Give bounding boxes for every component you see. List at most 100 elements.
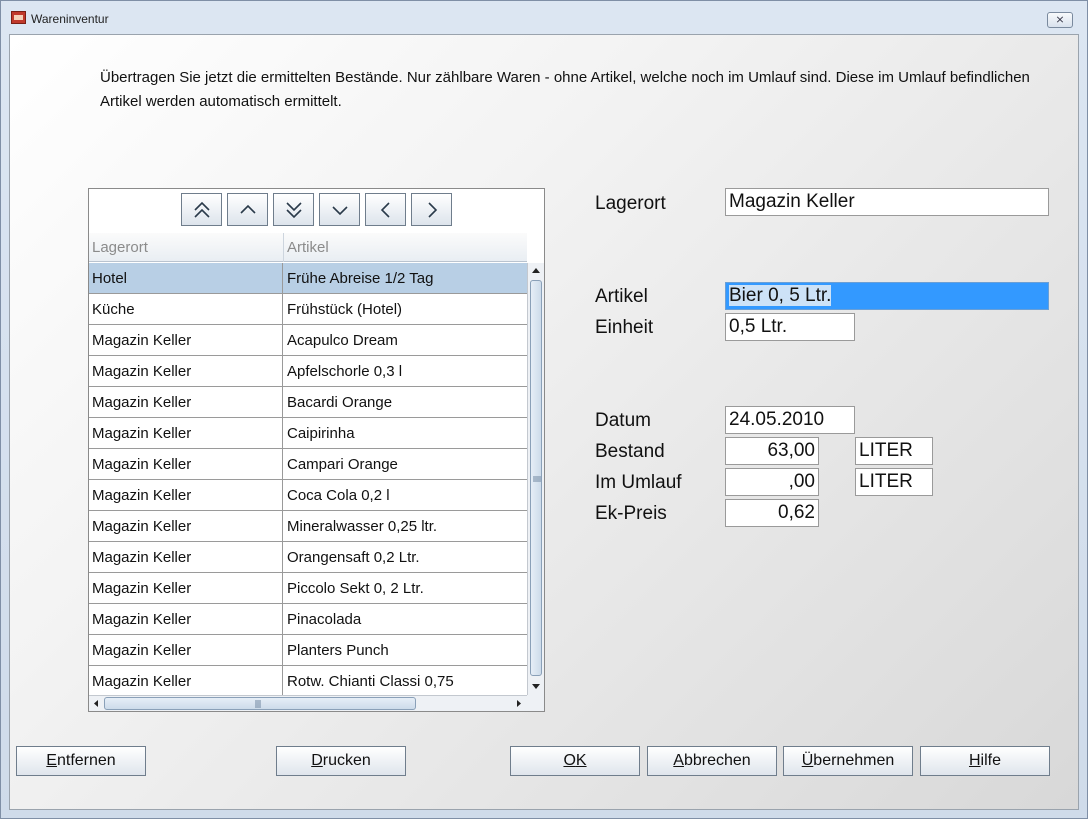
- table-row[interactable]: Magazin Keller Campari Orange: [89, 449, 527, 480]
- artikel-cell: Campari Orange: [287, 456, 398, 473]
- lagerort-cell: Hotel: [89, 263, 283, 293]
- table-row[interactable]: Magazin Keller Acapulco Dream: [89, 325, 527, 356]
- close-button[interactable]: ⨯: [1047, 12, 1073, 28]
- double-chevron-down-icon: [286, 202, 302, 219]
- entfernen-mnemonic: E: [46, 752, 57, 769]
- last-page-button[interactable]: [273, 193, 314, 226]
- scroll-corner: [527, 695, 544, 711]
- abbrechen-mnemonic: A: [673, 752, 684, 769]
- chevron-right-icon: [428, 202, 438, 218]
- artikel-cell: Frühe Abreise 1/2 Tag: [287, 270, 434, 287]
- lagerort-field[interactable]: Magazin Keller: [725, 188, 1049, 216]
- table-row[interactable]: Magazin Keller Rotw. Chianti Classi 0,75: [89, 666, 527, 696]
- entfernen-button[interactable]: Entfernen: [16, 746, 146, 776]
- horizontal-scroll-thumb[interactable]: [104, 697, 416, 710]
- uebernehmen-button[interactable]: Übernehmen: [783, 746, 913, 776]
- ok-mnemonic: O: [563, 752, 576, 769]
- lagerort-cell: Magazin Keller: [89, 511, 283, 541]
- lagerort-cell: Magazin Keller: [89, 542, 283, 572]
- artikel-label: Artikel: [595, 286, 648, 307]
- lagerort-cell: Magazin Keller: [89, 635, 283, 665]
- table-row[interactable]: Magazin Keller Orangensaft 0,2 Ltr.: [89, 542, 527, 573]
- artikel-cell: Caipirinha: [287, 425, 355, 442]
- lagerort-cell: Küche: [89, 294, 283, 324]
- previous-button[interactable]: [227, 193, 268, 226]
- chevron-down-icon: [332, 206, 348, 216]
- artikel-cell: Coca Cola 0,2 l: [287, 487, 390, 504]
- abbrechen-button[interactable]: Abbrechen: [647, 746, 777, 776]
- hilfe-button[interactable]: Hilfe: [920, 746, 1050, 776]
- uebernehmen-label: bernehmen: [813, 752, 895, 769]
- scroll-left-arrow[interactable]: [91, 698, 101, 709]
- table-row[interactable]: Magazin Keller Apfelschorle 0,3 l: [89, 356, 527, 387]
- lagerort-cell: Magazin Keller: [89, 356, 283, 386]
- vertical-scrollbar[interactable]: [527, 263, 544, 695]
- title-bar[interactable]: Wareninventur ⨯: [1, 1, 1087, 31]
- lagerort-cell: Magazin Keller: [89, 325, 283, 355]
- table-row[interactable]: Magazin Keller Pinacolada: [89, 604, 527, 635]
- chevron-up-icon: [240, 204, 256, 214]
- uebernehmen-mnemonic: Ü: [801, 752, 814, 769]
- table-row[interactable]: Magazin Keller Coca Cola 0,2 l: [89, 480, 527, 511]
- table-row[interactable]: Magazin Keller Bacardi Orange: [89, 387, 527, 418]
- bestand-label: Bestand: [595, 441, 665, 462]
- scroll-right-arrow[interactable]: [514, 698, 524, 709]
- artikel-cell: Rotw. Chianti Classi 0,75: [287, 673, 454, 690]
- artikel-cell: Pinacolada: [287, 611, 362, 628]
- table-row[interactable]: Magazin Keller Planters Punch: [89, 635, 527, 666]
- drucken-mnemonic: D: [311, 752, 323, 769]
- instruction-text: Übertragen Sie jetzt die ermittelten Bes…: [100, 69, 1030, 110]
- bestand-unit: LITER: [855, 437, 933, 465]
- table-row[interactable]: Magazin Keller Mineralwasser 0,25 ltr.: [89, 511, 527, 542]
- abbrechen-label: bbrechen: [683, 752, 751, 769]
- lagerort-label: Lagerort: [595, 193, 666, 214]
- artikel-cell: Acapulco Dream: [287, 332, 398, 349]
- preis-label: Ek-Preis: [595, 503, 667, 524]
- scroll-up-arrow[interactable]: [528, 263, 544, 278]
- umlauf-field[interactable]: ,00: [725, 468, 819, 496]
- lagerort-cell: Magazin Keller: [89, 573, 283, 603]
- einheit-field[interactable]: 0,5 Ltr.: [725, 313, 855, 341]
- app-icon: [11, 11, 26, 24]
- artikel-cell: Frühstück (Hotel): [287, 301, 403, 318]
- table-row[interactable]: Hotel Frühe Abreise 1/2 Tag: [89, 263, 527, 294]
- ok-button[interactable]: OK: [510, 746, 640, 776]
- next-button[interactable]: [319, 193, 360, 226]
- artikel-cell: Orangensaft 0,2 Ltr.: [287, 549, 420, 566]
- scroll-right-button[interactable]: [411, 193, 452, 226]
- artikel-cell: Bacardi Orange: [287, 394, 393, 411]
- lagerort-cell: Magazin Keller: [89, 387, 283, 417]
- umlauf-unit: LITER: [855, 468, 933, 496]
- scroll-left-button[interactable]: [365, 193, 406, 226]
- chevron-left-icon: [380, 202, 390, 218]
- umlauf-label: Im Umlauf: [595, 472, 682, 493]
- lagerort-cell: Magazin Keller: [89, 449, 283, 479]
- drucken-label: rucken: [322, 752, 371, 769]
- scroll-down-arrow[interactable]: [528, 679, 544, 694]
- vertical-scroll-thumb[interactable]: [530, 280, 542, 676]
- table-body: Hotel Frühe Abreise 1/2 Tag Küche Frühstück…: [89, 263, 527, 696]
- einheit-label: Einheit: [595, 317, 654, 338]
- ok-label: K: [575, 752, 587, 769]
- table-row[interactable]: Magazin Keller Piccolo Sekt 0, 2 Ltr.: [89, 573, 527, 604]
- artikel-cell: Piccolo Sekt 0, 2 Ltr.: [287, 580, 424, 597]
- horizontal-scrollbar[interactable]: [89, 695, 527, 711]
- artikel-field[interactable]: Bier 0, 5 Ltr.: [725, 282, 1049, 310]
- column-header-lagerort[interactable]: Lagerort: [89, 233, 283, 262]
- lagerort-cell: Magazin Keller: [89, 418, 283, 448]
- preis-field[interactable]: 0,62: [725, 499, 819, 527]
- bestand-field[interactable]: 63,00: [725, 437, 819, 465]
- hilfe-label: ilfe: [980, 752, 1001, 769]
- window-title: Wareninventur: [31, 12, 109, 26]
- column-header-artikel[interactable]: Artikel: [284, 233, 527, 262]
- table-row[interactable]: Küche Frühstück (Hotel): [89, 294, 527, 325]
- table-row[interactable]: Magazin Keller Caipirinha: [89, 418, 527, 449]
- lagerort-cell: Magazin Keller: [89, 666, 283, 696]
- artikel-cell: Planters Punch: [287, 642, 389, 659]
- lagerort-cell: Magazin Keller: [89, 480, 283, 510]
- drucken-button[interactable]: Drucken: [276, 746, 406, 776]
- first-page-button[interactable]: [181, 193, 222, 226]
- artikel-value: Bier 0, 5 Ltr.: [729, 285, 832, 306]
- artikel-cell: Mineralwasser 0,25 ltr.: [287, 518, 438, 535]
- datum-field[interactable]: 24.05.2010: [725, 406, 855, 434]
